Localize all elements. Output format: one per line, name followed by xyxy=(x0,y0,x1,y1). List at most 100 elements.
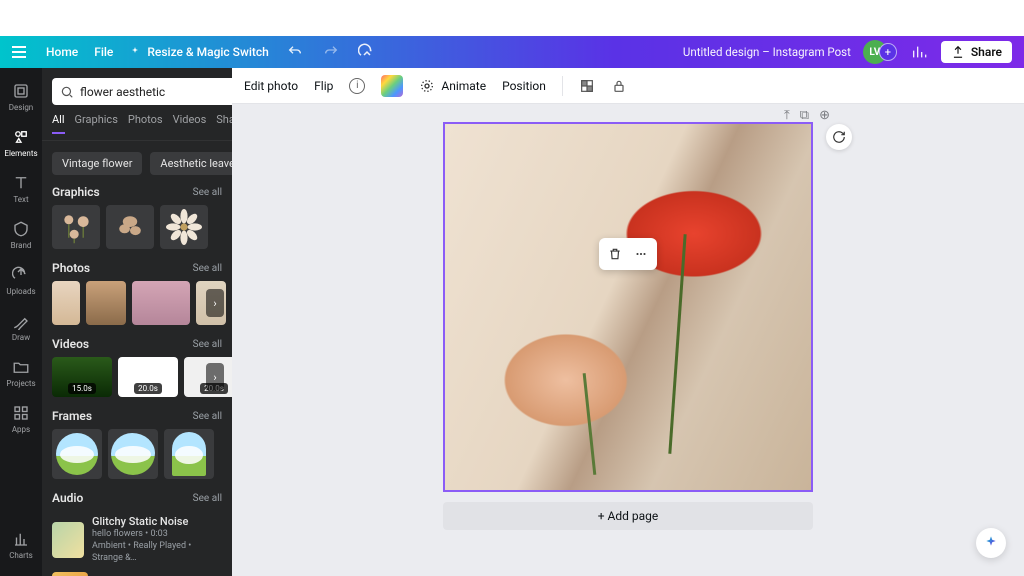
move-up-icon[interactable]: ⤒ xyxy=(784,108,790,123)
rail-apps[interactable]: Apps xyxy=(0,398,42,440)
audio-cover xyxy=(52,572,88,576)
share-label: Share xyxy=(971,45,1002,59)
text-icon xyxy=(12,174,30,192)
rail-projects-label: Projects xyxy=(6,379,35,388)
rail-elements-label: Elements xyxy=(4,149,37,158)
transparency-icon[interactable] xyxy=(579,78,595,94)
tab-graphics[interactable]: Graphics xyxy=(75,113,118,134)
tab-all[interactable]: All xyxy=(52,113,65,134)
design-canvas[interactable] xyxy=(443,122,813,492)
page-tools: ⤒ ⧉ ⊕ xyxy=(784,108,830,123)
audio-title: Glitchy Static Noise xyxy=(92,515,222,529)
frame-thumb[interactable] xyxy=(52,429,102,479)
video-thumb[interactable]: 20.0s xyxy=(118,357,178,397)
add-collaborator-button[interactable]: + xyxy=(879,43,897,61)
more-options-button[interactable] xyxy=(629,242,653,266)
animate-label: Animate xyxy=(441,79,486,93)
rail-uploads-label: Uploads xyxy=(6,287,35,296)
rail-draw[interactable]: Draw xyxy=(0,306,42,348)
rail-text[interactable]: Text xyxy=(0,168,42,210)
regenerate-button[interactable] xyxy=(826,124,852,150)
edit-photo-button[interactable]: Edit photo xyxy=(244,79,298,93)
panel-tabs: All Graphics Photos Videos Shapes xyxy=(42,113,232,141)
photo-thumb[interactable] xyxy=(132,281,190,325)
projects-icon xyxy=(12,358,30,376)
audio-item[interactable]: Glitchy Static Noise hello flowers • 0:0… xyxy=(52,511,222,568)
graphic-thumb[interactable] xyxy=(52,205,100,249)
animate-button[interactable]: Animate xyxy=(419,78,486,94)
rail-charts-label: Charts xyxy=(9,551,33,560)
frames-see-all[interactable]: See all xyxy=(193,411,222,422)
toolbar-divider xyxy=(562,76,563,96)
rail-design[interactable]: Design xyxy=(0,76,42,118)
info-icon[interactable]: i xyxy=(349,78,365,94)
section-frames-title: Frames xyxy=(52,409,92,423)
graphics-see-all[interactable]: See all xyxy=(193,187,222,198)
side-rail: Design Elements Text Brand Uploads Draw … xyxy=(0,68,42,576)
rail-text-label: Text xyxy=(13,195,28,204)
photo-thumb[interactable] xyxy=(86,281,126,325)
delete-button[interactable] xyxy=(603,242,627,266)
audio-see-all[interactable]: See all xyxy=(193,493,222,504)
rail-uploads[interactable]: Uploads xyxy=(0,260,42,302)
resize-magic-switch[interactable]: Resize & Magic Switch xyxy=(129,45,268,59)
audio-item[interactable]: Soaking Up the Sun xyxy=(52,568,222,576)
selected-photo[interactable] xyxy=(445,124,811,490)
rail-projects[interactable]: Projects xyxy=(0,352,42,394)
graphic-thumb[interactable] xyxy=(106,205,154,249)
add-page-icon[interactable]: ⊕ xyxy=(819,108,830,123)
color-picker[interactable] xyxy=(381,75,403,97)
graphic-thumb[interactable] xyxy=(160,205,208,249)
chip-vintage-flower[interactable]: Vintage flower xyxy=(52,152,142,175)
insights-icon[interactable] xyxy=(909,42,929,62)
sparkle-icon xyxy=(983,535,999,551)
video-duration: 15.0s xyxy=(68,383,96,394)
search-input[interactable] xyxy=(80,85,232,99)
selection-toolbar xyxy=(599,238,657,270)
share-button[interactable]: Share xyxy=(941,41,1012,63)
tab-photos[interactable]: Photos xyxy=(128,113,163,134)
flower-graphic-icon xyxy=(112,209,148,245)
rail-elements[interactable]: Elements xyxy=(0,122,42,164)
file-menu[interactable]: File xyxy=(94,45,113,59)
frame-thumb[interactable] xyxy=(164,429,214,479)
photos-see-all[interactable]: See all xyxy=(193,263,222,274)
section-photos-title: Photos xyxy=(52,261,90,275)
tab-shapes[interactable]: Shapes xyxy=(216,113,232,134)
design-icon xyxy=(12,82,30,100)
refresh-icon xyxy=(832,130,846,144)
assistant-fab[interactable] xyxy=(976,528,1006,558)
videos-scroll-right[interactable]: › xyxy=(206,363,224,391)
context-toolbar: Edit photo Flip i Animate Position xyxy=(232,68,1024,104)
video-thumb[interactable]: 15.0s xyxy=(52,357,112,397)
chip-aesthetic-leaves[interactable]: Aesthetic leaves xyxy=(150,152,232,175)
rail-charts[interactable]: Charts xyxy=(0,524,42,566)
add-page-button[interactable]: + Add page xyxy=(443,502,813,530)
document-title[interactable]: Untitled design – Instagram Post xyxy=(683,45,851,59)
section-videos-title: Videos xyxy=(52,337,89,351)
lock-icon[interactable] xyxy=(611,78,627,94)
videos-see-all[interactable]: See all xyxy=(193,339,222,350)
tab-videos[interactable]: Videos xyxy=(173,113,207,134)
rail-brand[interactable]: Brand xyxy=(0,214,42,256)
redo-button[interactable] xyxy=(321,42,341,62)
rail-brand-label: Brand xyxy=(11,241,32,250)
hamburger-menu[interactable] xyxy=(8,42,30,62)
animate-icon xyxy=(419,78,435,94)
duplicate-page-icon[interactable]: ⧉ xyxy=(800,108,809,123)
home-link[interactable]: Home xyxy=(46,45,78,59)
position-button[interactable]: Position xyxy=(502,79,546,93)
photo-thumb[interactable] xyxy=(52,281,80,325)
section-audio-title: Audio xyxy=(52,491,83,505)
undo-button[interactable] xyxy=(285,42,305,62)
draw-icon xyxy=(12,312,30,330)
flip-button[interactable]: Flip xyxy=(314,79,333,93)
cloud-sync-icon[interactable] xyxy=(357,42,377,62)
search-field[interactable]: ✕ xyxy=(52,78,232,105)
video-duration: 20.0s xyxy=(134,383,162,394)
apps-icon xyxy=(12,404,30,422)
canvas-area: Edit photo Flip i Animate Position ⤒ ⧉ ⊕ xyxy=(232,68,1024,576)
frame-thumb[interactable] xyxy=(108,429,158,479)
elements-panel: ✕ All Graphics Photos Videos Shapes Vint… xyxy=(42,68,232,576)
photos-scroll-right[interactable]: › xyxy=(206,289,224,317)
